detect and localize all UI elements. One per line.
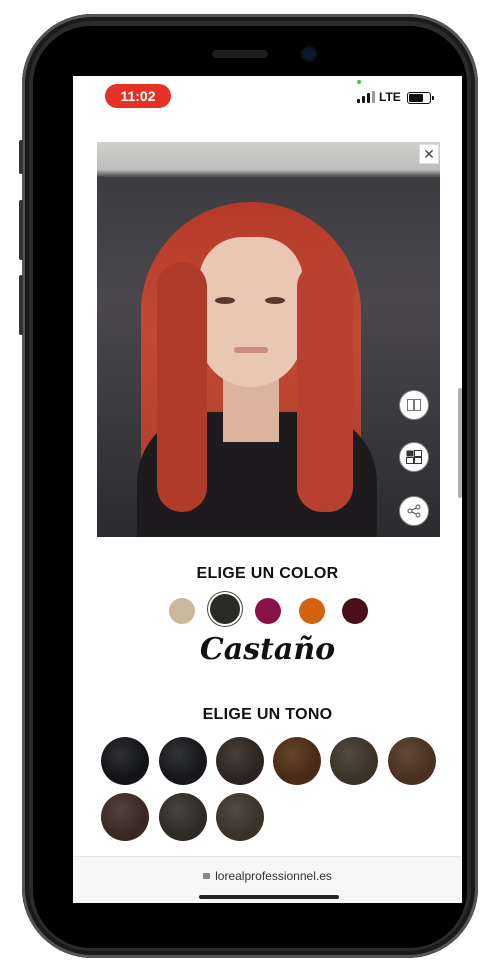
status-time: 11:02	[105, 84, 171, 108]
tone-swatch[interactable]	[273, 737, 321, 785]
left-eye	[215, 297, 235, 304]
volume-up-button	[19, 200, 23, 260]
status-bar: 11:02 LTE	[73, 76, 462, 120]
privacy-indicator	[357, 80, 361, 84]
earpiece-speaker	[212, 50, 268, 58]
compare-icon	[407, 399, 421, 411]
front-camera	[303, 48, 315, 60]
color-swatch-blonde[interactable]	[169, 598, 195, 624]
tone-swatch[interactable]	[101, 793, 149, 841]
split-view-button[interactable]	[399, 442, 429, 472]
tone-swatch[interactable]	[330, 737, 378, 785]
tone-swatch[interactable]	[159, 737, 207, 785]
network-label: LTE	[379, 90, 401, 104]
close-button[interactable]: ✕	[419, 144, 439, 164]
face	[199, 237, 303, 387]
color-swatch-mahogany[interactable]	[342, 598, 368, 624]
hair-strand-left	[157, 262, 207, 512]
split-view-icon	[406, 450, 422, 464]
scrollbar[interactable]	[458, 388, 462, 498]
tone-swatch[interactable]	[388, 737, 436, 785]
selected-color-name: Castaño	[199, 632, 336, 667]
tone-swatch[interactable]	[216, 793, 264, 841]
color-swatch-magenta[interactable]	[255, 598, 281, 624]
url-text: lorealprofessionnel.es	[215, 869, 332, 883]
share-icon	[407, 504, 421, 518]
lock-icon	[203, 873, 211, 879]
home-indicator[interactable]	[199, 895, 339, 899]
mute-switch	[19, 140, 23, 174]
phone-screen: 11:02 LTE ELMO ✕	[73, 76, 462, 903]
tone-swatch[interactable]	[159, 793, 207, 841]
tone-swatch[interactable]	[216, 737, 264, 785]
battery-icon	[407, 92, 434, 104]
share-button[interactable]	[399, 496, 429, 526]
volume-down-button	[19, 275, 23, 335]
color-swatch-castano[interactable]	[210, 594, 240, 624]
try-on-camera-view: ELMO	[97, 142, 440, 537]
mouth	[234, 347, 268, 353]
signal-icon	[357, 91, 377, 103]
url-display[interactable]: lorealprofessionnel.es	[73, 869, 462, 883]
tone-heading: ELIGE UN TONO	[202, 706, 333, 723]
compare-button[interactable]	[399, 390, 429, 420]
color-swatch-copper[interactable]	[299, 598, 325, 624]
hair-strand-right	[297, 262, 353, 512]
tone-swatch[interactable]	[101, 737, 149, 785]
right-eye	[265, 297, 285, 304]
color-heading: ELIGE UN COLOR	[196, 565, 339, 582]
close-icon: ✕	[423, 146, 435, 162]
color-swatch-row	[73, 594, 462, 626]
